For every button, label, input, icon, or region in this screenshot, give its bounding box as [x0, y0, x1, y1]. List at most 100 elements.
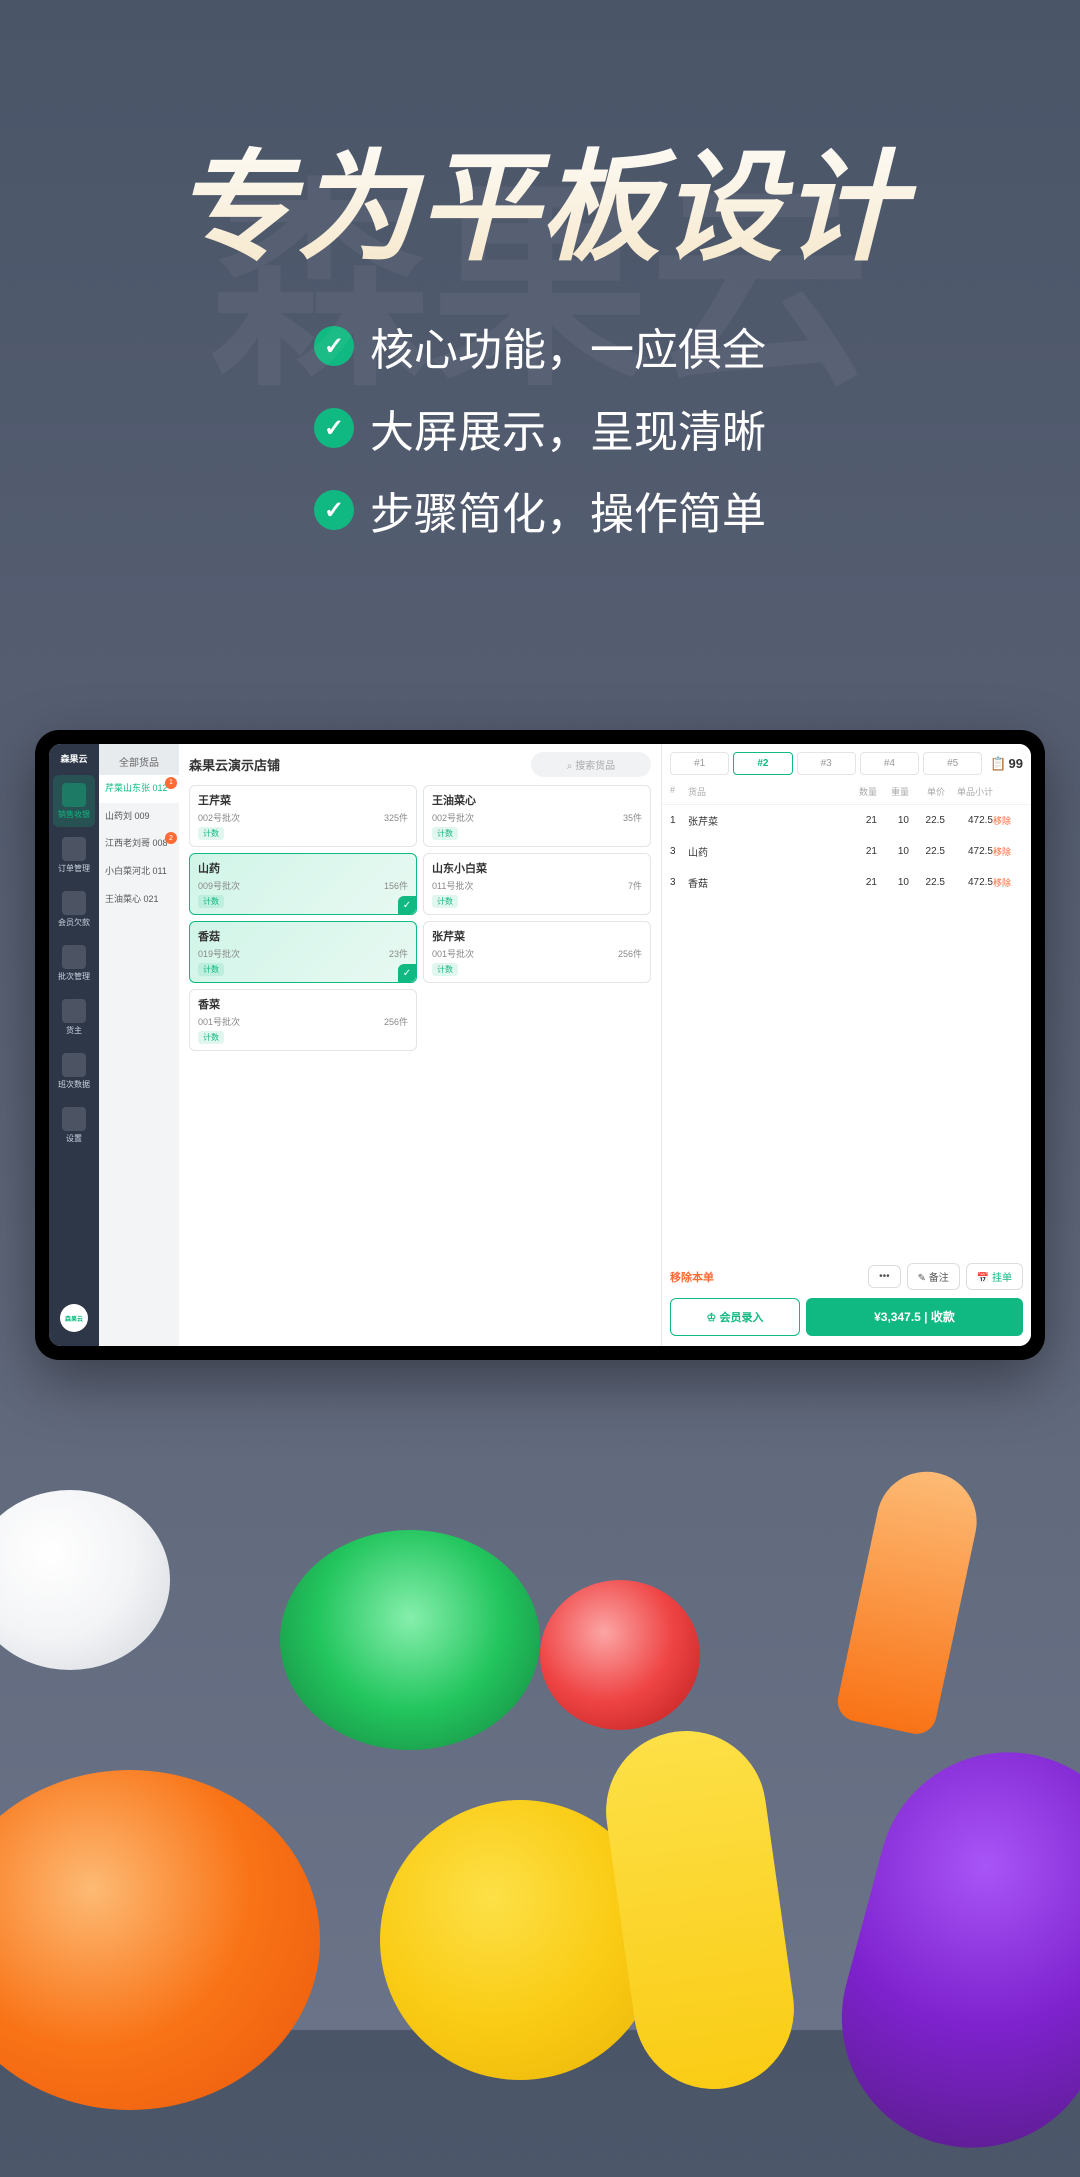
side-navigation: 森果云 销售收银 订单管理 会员欠款 批次管理 货主 [49, 744, 99, 1346]
product-name: 香菜 [198, 996, 408, 1012]
row-qty: 21 [845, 846, 877, 857]
row-wt: 10 [877, 846, 909, 857]
tablet-frame: 森果云 销售收银 订单管理 会员欠款 批次管理 货主 [35, 730, 1045, 1360]
cart-tab[interactable]: #3 [797, 752, 856, 775]
category-name: 江西老刘哥 008 [105, 838, 168, 848]
product-name: 山东小白菜 [432, 860, 642, 876]
owner-icon [62, 999, 86, 1023]
app-screen: 森果云 销售收银 订单管理 会员欠款 批次管理 货主 [49, 744, 1031, 1346]
divider: | [924, 1310, 931, 1324]
check-icon: ✓ [398, 964, 416, 982]
garlic-illustration [0, 1490, 170, 1670]
product-batch: 002号批次 [198, 811, 240, 824]
th-sub: 单品小计 [945, 785, 993, 798]
product-tag: 计数 [432, 827, 458, 840]
nav-members[interactable]: 会员欠款 [53, 883, 95, 935]
product-card[interactable]: 张芹菜001号批次256件计数 [423, 921, 651, 983]
th-idx: # [670, 785, 688, 798]
product-batch: 019号批次 [198, 947, 240, 960]
tomato-illustration [540, 1580, 700, 1730]
nav-settings[interactable]: 设置 [53, 1099, 95, 1151]
remove-row-button[interactable]: 移除 [993, 814, 1023, 827]
cart-row[interactable]: 3山药211022.5472.5移除 [662, 836, 1031, 867]
row-name: 香菇 [688, 875, 845, 890]
cart-actions: 移除本单 ••• ✎ 备注 📅 挂单 [662, 1255, 1031, 1298]
remove-row-button[interactable]: 移除 [993, 845, 1023, 858]
category-item[interactable]: 小白菜河北 011 [99, 858, 179, 886]
member-label: 会员录入 [719, 1312, 763, 1324]
pumpkin-illustration [0, 1770, 320, 2110]
row-price: 22.5 [909, 815, 945, 826]
nav-batches[interactable]: 批次管理 [53, 937, 95, 989]
nav-sales[interactable]: 销售收银 [53, 775, 95, 827]
product-name: 山药 [198, 860, 408, 876]
product-card[interactable]: 山药009号批次156件计数✓ [189, 853, 417, 915]
row-idx: 1 [670, 815, 688, 826]
row-name: 张芹菜 [688, 813, 845, 828]
orders-icon [62, 837, 86, 861]
product-header: 森果云演示店铺 ⌕ 搜索货品 [179, 744, 661, 785]
note-button[interactable]: ✎ 备注 [907, 1263, 960, 1290]
product-card[interactable]: 香菜001号批次256件计数 [189, 989, 417, 1051]
product-card[interactable]: 香菇019号批次23件计数✓ [189, 921, 417, 983]
category-name: 山药刘 009 [105, 811, 150, 821]
product-tag: 计数 [198, 963, 224, 976]
row-qty: 21 [845, 815, 877, 826]
nav-orders[interactable]: 订单管理 [53, 829, 95, 881]
cart-row[interactable]: 3香菇211022.5472.5移除 [662, 867, 1031, 898]
product-batch: 001号批次 [432, 947, 474, 960]
nav-label: 班次数据 [58, 1079, 90, 1090]
row-price: 22.5 [909, 846, 945, 857]
search-placeholder: 搜索货品 [575, 761, 615, 772]
gear-icon [62, 1107, 86, 1131]
check-icon: ✓ [398, 896, 416, 914]
nav-label: 批次管理 [58, 971, 90, 982]
cart-tab[interactable]: #2 [733, 752, 792, 775]
nav-owner[interactable]: 货主 [53, 991, 95, 1043]
product-qty: 256件 [618, 947, 642, 960]
member-entry-button[interactable]: ♔ 会员录入 [670, 1298, 800, 1336]
product-tag: 计数 [432, 895, 458, 908]
checkout-button[interactable]: ¥3,347.5 | 收款 [806, 1298, 1023, 1336]
more-button[interactable]: ••• [868, 1265, 901, 1288]
row-sub: 472.5 [945, 877, 993, 888]
cart-tab[interactable]: #1 [670, 752, 729, 775]
product-card[interactable]: 王芹菜002号批次325件计数 [189, 785, 417, 847]
row-idx: 3 [670, 877, 688, 888]
product-name: 王芹菜 [198, 792, 408, 808]
remove-order-button[interactable]: 移除本单 [670, 1269, 714, 1285]
th-wt: 重量 [877, 785, 909, 798]
nav-label: 销售收银 [58, 809, 90, 820]
pay-label: 收款 [931, 1310, 955, 1324]
cart-row[interactable]: 1张芹菜211022.5472.5移除 [662, 805, 1031, 836]
product-name: 香菇 [198, 928, 408, 944]
product-batch: 009号批次 [198, 879, 240, 892]
sales-icon [62, 783, 86, 807]
search-input[interactable]: ⌕ 搜索货品 [531, 752, 651, 777]
category-item[interactable]: 山药刘 009 [99, 803, 179, 831]
hold-label: 挂单 [992, 1273, 1012, 1284]
category-item[interactable]: 王油菜心 021 [99, 886, 179, 914]
hold-order-button[interactable]: 📅 挂单 [966, 1263, 1023, 1290]
cart-tab[interactable]: #4 [860, 752, 919, 775]
row-sub: 472.5 [945, 846, 993, 857]
category-item[interactable]: 江西老刘哥 008 2 [99, 830, 179, 858]
cart-table-header: # 货品 数量 重量 单价 单品小计 [662, 779, 1031, 805]
row-price: 22.5 [909, 877, 945, 888]
nav-shifts[interactable]: 班次数据 [53, 1045, 95, 1097]
remove-row-button[interactable]: 移除 [993, 876, 1023, 889]
pay-total: ¥3,347.5 [874, 1310, 921, 1324]
calendar-icon: 📅 [977, 1273, 989, 1284]
product-batch: 002号批次 [432, 811, 474, 824]
row-name: 山药 [688, 844, 845, 859]
cart-tab[interactable]: #5 [923, 752, 982, 775]
category-item[interactable]: 芹菜山东张 012 1 [99, 775, 179, 803]
carrot-illustration [834, 1462, 986, 1737]
product-card[interactable]: 山东小白菜011号批次7件计数 [423, 853, 651, 915]
product-qty: 156件 [384, 879, 408, 892]
user-avatar[interactable]: 森果云 [60, 1304, 88, 1332]
product-name: 王油菜心 [432, 792, 642, 808]
edit-icon: ✎ [918, 1273, 926, 1284]
product-card[interactable]: 王油菜心002号批次35件计数 [423, 785, 651, 847]
nav-label: 货主 [66, 1025, 82, 1036]
